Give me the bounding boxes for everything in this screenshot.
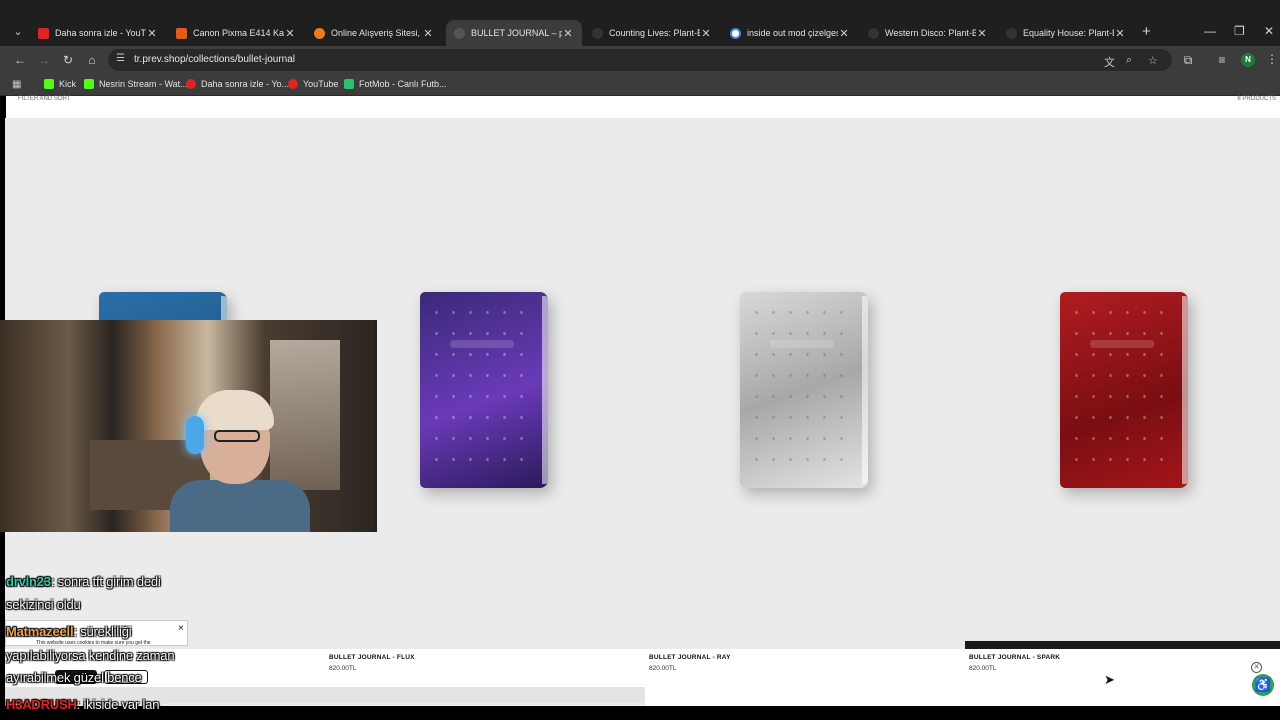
back-icon[interactable]: ← xyxy=(12,52,28,68)
url-text[interactable]: tr.prev.shop/collections/bullet-journal xyxy=(134,54,295,65)
close-widget-icon[interactable]: ✕ xyxy=(1251,662,1262,673)
tab-youtube-watch-later[interactable]: Daha sonra izle - YouTube ✕ xyxy=(30,20,166,46)
product-name-flux[interactable]: BULLET JOURNAL - FLUX xyxy=(329,654,415,661)
close-tab-icon[interactable]: ✕ xyxy=(1114,27,1126,40)
address-bar[interactable]: ☰ tr.prev.shop/collections/bullet-journa… xyxy=(108,49,1172,71)
restore-icon[interactable]: ❐ xyxy=(1234,24,1245,38)
mouse-cursor-icon: ➤ xyxy=(1104,672,1115,687)
zoom-icon[interactable]: ⌕ xyxy=(1126,54,1132,67)
product-image-flux[interactable] xyxy=(420,292,548,488)
product-image-spark[interactable] xyxy=(1060,292,1188,488)
close-tab-icon[interactable]: ✕ xyxy=(146,27,158,40)
youtube-icon xyxy=(288,79,298,89)
brand-logo xyxy=(450,340,514,348)
product-name-spark[interactable]: BULLET JOURNAL - SPARK xyxy=(969,654,1060,661)
prev-shop-icon xyxy=(454,27,465,39)
close-tab-icon[interactable]: ✕ xyxy=(422,27,434,40)
accessibility-icon[interactable]: ♿ xyxy=(1252,674,1274,696)
bookmark-watch-later[interactable]: Daha sonra izle - Yo... xyxy=(186,79,289,89)
new-tab-button[interactable]: + xyxy=(1142,24,1151,40)
fotmob-icon xyxy=(344,79,354,89)
chat-message: H3ADRUSH: ikiside var lan xyxy=(6,697,160,712)
youtube-icon xyxy=(38,27,49,39)
chat-message: Matmazeell: sürekliliği xyxy=(6,624,132,639)
tab-equality-house[interactable]: Equality House: Plant-Bas ✕ xyxy=(998,20,1134,46)
tab-western-disco[interactable]: Western Disco: Plant-Bas ✕ xyxy=(860,20,996,46)
tab-search-icon[interactable]: ⌄ xyxy=(10,24,26,40)
bookmark-star-icon[interactable]: ☆ xyxy=(1148,54,1158,67)
chat-message: yapılabiliyorsa kendine zaman xyxy=(6,648,175,663)
apps-grid-icon[interactable]: ▦ xyxy=(12,79,21,90)
trendyol-icon xyxy=(314,27,325,39)
tab-inside-out[interactable]: inside out mod çizelgesi ✕ xyxy=(722,20,858,46)
bookmark-nesrin-stream[interactable]: Nesrin Stream - Wat... xyxy=(84,79,188,89)
prev-shop-icon xyxy=(868,27,879,39)
prev-shop-icon xyxy=(592,27,603,39)
stream-bottom-bar xyxy=(0,706,1280,720)
quick-add-bar[interactable] xyxy=(965,641,1280,649)
browser-toolbar: ← → ↻ ⌂ ☰ tr.prev.shop/collections/bulle… xyxy=(0,46,1280,74)
tab-online-shopping[interactable]: Online Alışveriş Sitesi, Tü ✕ xyxy=(306,20,442,46)
product-image-ray[interactable] xyxy=(740,292,868,488)
tab-canon-pixma[interactable]: Canon Pixma E414 Kartuş ✕ xyxy=(168,20,304,46)
tab-bar: ⌄ Daha sonra izle - YouTube ✕ Canon Pixm… xyxy=(0,0,1280,46)
product-info-row xyxy=(5,649,1280,687)
forward-icon[interactable]: → xyxy=(36,52,52,68)
bookmark-youtube[interactable]: YouTube xyxy=(288,79,338,89)
filter-sort-button[interactable]: FILTER AND SORT xyxy=(18,96,70,102)
media-control-icon[interactable]: ≡ xyxy=(1214,52,1230,68)
cookie-text: This website uses cookies to make sure y… xyxy=(36,640,151,646)
close-tab-icon[interactable]: ✕ xyxy=(838,27,850,40)
close-tab-icon[interactable]: ✕ xyxy=(700,27,712,40)
close-window-icon[interactable]: ✕ xyxy=(1264,24,1274,38)
product-count: 8 PRODUCTS xyxy=(1237,96,1276,102)
menu-icon[interactable]: ⋮ xyxy=(1266,52,1278,66)
product-price-spark: 820.00TL xyxy=(969,665,997,672)
translate-icon[interactable]: 文 xyxy=(1104,54,1115,70)
reload-icon[interactable]: ↻ xyxy=(60,52,76,68)
bookmark-fotmob[interactable]: FotMob - Canlı Futb... xyxy=(344,79,447,89)
tab-bullet-journal[interactable]: BULLET JOURNAL – prev ✕ xyxy=(446,20,582,46)
minimize-icon[interactable]: — xyxy=(1204,24,1216,38)
chat-message: drvln23: sonra tft girim dedi xyxy=(6,574,161,589)
brand-logo xyxy=(1090,340,1154,348)
kick-icon xyxy=(84,79,94,89)
collection-header: FILTER AND SORT 8 PRODUCTS xyxy=(0,96,1280,118)
product-price-flux: 820.00TL xyxy=(329,665,357,672)
kick-icon xyxy=(44,79,54,89)
close-tab-icon[interactable]: ✕ xyxy=(976,27,988,40)
chat-message: sekizinci oldu xyxy=(6,597,81,612)
bookmark-kick[interactable]: Kick xyxy=(44,79,76,89)
google-icon xyxy=(730,27,741,39)
brand-logo xyxy=(770,340,834,348)
youtube-icon xyxy=(186,79,196,89)
bookmarks-bar: ▦ Kick Nesrin Stream - Wat... Daha sonra… xyxy=(0,74,1280,96)
site-info-icon[interactable]: ☰ xyxy=(116,53,125,64)
product-price-ray: 820.00TL xyxy=(649,665,677,672)
tab-counting-lives[interactable]: Counting Lives: Plant-Bas ✕ xyxy=(584,20,720,46)
close-tab-icon[interactable]: ✕ xyxy=(562,27,574,40)
product-name-ray[interactable]: BULLET JOURNAL - RAY xyxy=(649,654,731,661)
webcam-overlay xyxy=(0,320,377,532)
hepsiburada-icon xyxy=(176,27,187,39)
extensions-icon[interactable]: ⧉ xyxy=(1180,52,1196,68)
close-tab-icon[interactable]: ✕ xyxy=(284,27,296,40)
profile-avatar[interactable]: N xyxy=(1241,53,1255,67)
prev-shop-icon xyxy=(1006,27,1017,39)
chat-message: ayırabilmek güzel bence xyxy=(6,670,142,685)
cookie-close-icon[interactable]: × xyxy=(178,623,184,634)
home-icon[interactable]: ⌂ xyxy=(84,52,100,68)
